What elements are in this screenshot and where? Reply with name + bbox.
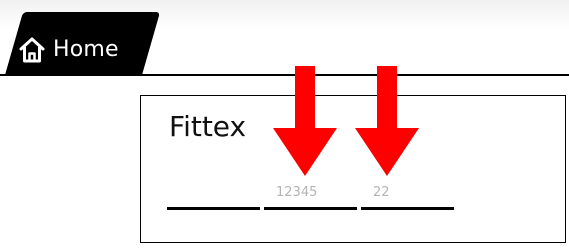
form-container: Fittex [140,95,566,243]
field-1-input[interactable] [167,180,260,210]
home-tab-label[interactable]: Home [53,36,119,64]
arrow-right-shape [355,66,419,176]
field-3-input[interactable] [361,180,454,210]
arrow-left-shape [273,66,337,176]
home-icon[interactable] [18,36,46,64]
red-down-arrow-left [273,66,337,176]
red-down-arrow-right [355,66,419,176]
form-title: Fittex [169,110,247,143]
field-2-input[interactable] [264,180,357,210]
